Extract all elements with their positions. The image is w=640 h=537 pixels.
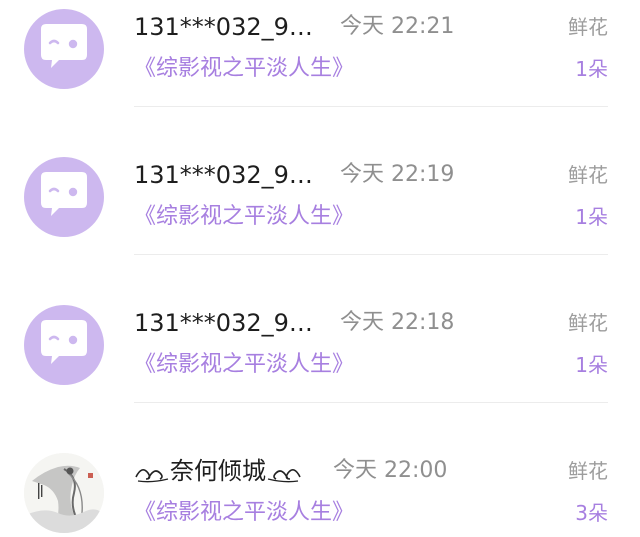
book-title-link[interactable]: 《综影视之平淡人生》	[134, 496, 354, 530]
gift-count: 1朵	[575, 353, 608, 377]
gift-type: 鲜花	[568, 459, 608, 483]
sender-name-text: 奈何倾城	[170, 457, 266, 485]
gift-record-list: 131***032_9… 今天 22:21 《综影视之平淡人生》 鲜花 1朵 1…	[0, 0, 640, 537]
book-title-link[interactable]: 《综影视之平淡人生》	[134, 348, 354, 382]
right-flourish-icon	[267, 469, 301, 483]
avatar[interactable]	[24, 9, 104, 89]
smile-chat-bubble-icon	[41, 24, 87, 68]
sender-name: 奈何倾城	[134, 454, 302, 488]
left-flourish-icon	[135, 469, 169, 483]
gift-count: 1朵	[575, 57, 608, 81]
smile-chat-bubble-icon	[41, 172, 87, 216]
divider	[134, 106, 608, 107]
divider	[134, 254, 608, 255]
ink-painting-avatar	[24, 453, 104, 533]
avatar[interactable]	[24, 157, 104, 237]
gift-count: 1朵	[575, 205, 608, 229]
timestamp: 今天 22:19	[340, 162, 455, 187]
avatar[interactable]	[24, 305, 104, 385]
gift-count: 3朵	[575, 501, 608, 525]
timestamp: 今天 22:18	[340, 310, 455, 335]
list-item[interactable]: 131***032_9… 今天 22:19 《综影视之平淡人生》 鲜花 1朵	[0, 148, 640, 296]
smile-chat-bubble-icon	[41, 320, 87, 364]
book-title-link[interactable]: 《综影视之平淡人生》	[134, 52, 354, 86]
gift-type: 鲜花	[568, 311, 608, 335]
timestamp: 今天 22:21	[340, 14, 455, 39]
avatar[interactable]	[24, 453, 104, 533]
list-item[interactable]: 奈何倾城 今天 22:00 《综影视之平淡人生》 鲜花 3朵	[0, 444, 640, 537]
gift-type: 鲜花	[568, 163, 608, 187]
divider	[134, 402, 608, 403]
list-item[interactable]: 131***032_9… 今天 22:18 《综影视之平淡人生》 鲜花 1朵	[0, 296, 640, 444]
timestamp: 今天 22:00	[333, 458, 448, 483]
sender-name: 131***032_9…	[134, 13, 313, 41]
book-title-link[interactable]: 《综影视之平淡人生》	[134, 200, 354, 234]
sender-name: 131***032_9…	[134, 309, 313, 337]
sender-name: 131***032_9…	[134, 161, 313, 189]
list-item[interactable]: 131***032_9… 今天 22:21 《综影视之平淡人生》 鲜花 1朵	[0, 0, 640, 148]
gift-type: 鲜花	[568, 15, 608, 39]
